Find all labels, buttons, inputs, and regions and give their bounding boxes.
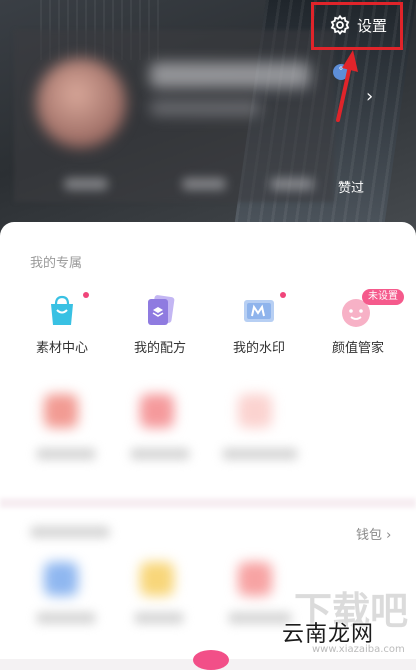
notification-dot xyxy=(280,292,286,298)
grid-item-label: 我的水印 xyxy=(232,341,285,356)
settings-label: 设置 xyxy=(356,16,387,35)
stat-blurred[interactable] xyxy=(182,178,226,190)
material-center-item[interactable]: 素材中心 xyxy=(22,292,102,356)
notification-dot xyxy=(83,292,89,298)
my-recipes-item[interactable]: 我的配方 xyxy=(120,294,200,356)
avatar[interactable] xyxy=(36,58,126,148)
section-title-exclusive: 我的专属 xyxy=(30,256,83,271)
watermark-icon xyxy=(244,300,274,322)
bottom-center-button[interactable] xyxy=(193,650,229,670)
blurred-label xyxy=(36,448,96,460)
user-subtitle-blurred xyxy=(150,100,260,116)
wallet-link[interactable]: 钱包 › xyxy=(356,524,391,543)
blurred-section-title xyxy=(30,526,110,538)
blurred-label xyxy=(222,448,298,460)
shopping-bag-icon xyxy=(51,295,73,325)
gear-icon xyxy=(330,14,350,36)
my-watermark-item[interactable]: 我的水印 xyxy=(219,292,299,356)
blurred-icon[interactable] xyxy=(44,562,78,596)
blurred-icon[interactable] xyxy=(238,394,272,428)
blurred-label xyxy=(36,612,96,624)
watermark-url: www.xiazaiba.com xyxy=(312,644,405,655)
liked-tab[interactable]: 赞过 xyxy=(338,177,364,196)
recipe-stack-icon xyxy=(148,295,175,325)
section-divider xyxy=(0,498,416,508)
grid-item-label: 颜值管家 xyxy=(331,341,384,356)
grid-item-label: 我的配方 xyxy=(133,341,186,356)
unset-badge: 未设置 xyxy=(362,289,404,305)
blurred-icon[interactable] xyxy=(238,562,272,596)
wallet-label: 钱包 xyxy=(356,528,383,543)
blurred-icon[interactable] xyxy=(44,394,78,428)
stat-blurred[interactable] xyxy=(64,178,108,190)
grid-item-label: 素材中心 xyxy=(35,341,88,356)
blurred-icon[interactable] xyxy=(140,394,174,428)
blurred-label xyxy=(134,612,184,624)
blurred-icon[interactable] xyxy=(140,562,174,596)
settings-button[interactable]: 设置 xyxy=(313,4,403,46)
pointer-arrow-icon xyxy=(336,50,358,122)
stat-blurred[interactable] xyxy=(270,178,314,190)
wallet-chevron-icon: › xyxy=(386,528,392,543)
blurred-label xyxy=(130,448,190,460)
username-blurred xyxy=(150,62,310,88)
